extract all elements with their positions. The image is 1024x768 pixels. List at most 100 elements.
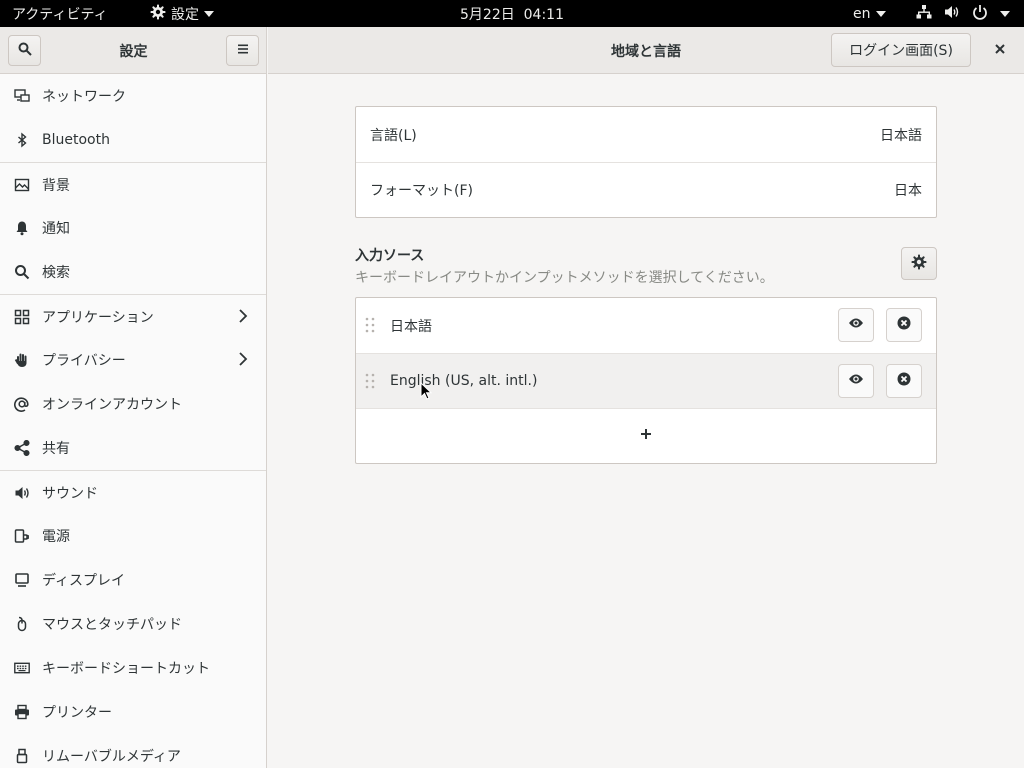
search-button[interactable] [8, 35, 41, 66]
bell-icon [13, 219, 31, 237]
share-icon [13, 439, 31, 457]
sidebar-list: ネットワーク Bluetooth 背景 通知 検索 アプリケーション プライバシ… [0, 74, 266, 768]
sidebar-header: 設定 [0, 27, 266, 74]
view-layout-button[interactable] [838, 308, 874, 342]
power-plug-icon [13, 527, 31, 545]
language-label: 言語(L) [370, 127, 417, 144]
language-row[interactable]: 言語(L) 日本語 [356, 107, 936, 162]
apps-grid-icon [13, 308, 31, 326]
input-language-label: en [853, 5, 871, 22]
clock-label: 5月22日 04:11 [460, 6, 564, 23]
sidebar-item-sharing[interactable]: 共有 [0, 426, 266, 470]
eye-icon [848, 373, 864, 389]
speaker-icon [13, 484, 31, 502]
power-icon [972, 4, 988, 24]
eye-icon [848, 317, 864, 333]
remove-source-button[interactable] [886, 308, 922, 342]
chevron-right-icon [238, 309, 248, 327]
sidebar-item-label: キーボードショートカット [42, 661, 210, 677]
input-sources-subtitle: キーボードレイアウトかインプットメソッドを選択してください。 [355, 270, 774, 286]
input-source-label: English (US, alt. intl.) [390, 373, 538, 389]
mouse-pointer-icon [420, 381, 433, 404]
sidebar-item-label: オンラインアカウント [42, 397, 182, 413]
remove-source-button[interactable] [886, 364, 922, 398]
bluetooth-icon [13, 131, 31, 149]
sidebar-item-label: 背景 [42, 177, 70, 194]
sidebar-item-label: リムーバブルメディア [42, 749, 181, 765]
sidebar-item-bluetooth[interactable]: Bluetooth [0, 118, 266, 162]
sidebar-item-background[interactable]: 背景 [0, 162, 266, 206]
sidebar: 設定 ネットワーク Bluetooth 背景 通知 検索 アプリケーション プラ… [0, 27, 267, 768]
input-source-options-button[interactable] [901, 247, 937, 280]
menu-button[interactable] [226, 35, 259, 66]
search-icon [18, 42, 32, 60]
sidebar-item-label: 共有 [42, 441, 70, 457]
search-icon [13, 263, 31, 281]
format-label: フォーマット(F) [370, 183, 473, 199]
background-icon [13, 176, 31, 194]
main-content: 言語(L) 日本語 フォーマット(F) 日本 入力ソース キーボードレイアウトか… [268, 75, 1024, 768]
input-source-label: 日本語 [390, 318, 432, 335]
sidebar-item-mouse-touchpad[interactable]: マウスとタッチパッド [0, 602, 266, 646]
gear-icon [911, 254, 927, 274]
format-row[interactable]: フォーマット(F) 日本 [356, 162, 936, 217]
sidebar-item-label: アプリケーション [42, 309, 154, 326]
sidebar-item-printers[interactable]: プリンター [0, 690, 266, 734]
sidebar-item-label: サウンド [42, 485, 98, 502]
usb-icon [13, 747, 31, 765]
sidebar-item-keyboard-shortcuts[interactable]: キーボードショートカット [0, 646, 266, 690]
network-icon [13, 87, 31, 105]
printer-icon [13, 703, 31, 721]
language-value: 日本語 [880, 127, 922, 144]
chevron-down-icon [875, 10, 886, 17]
wired-network-icon [916, 4, 932, 24]
sidebar-item-display[interactable]: ディスプレイ [0, 558, 266, 602]
sidebar-item-online-accounts[interactable]: オンラインアカウント [0, 382, 266, 426]
close-icon [995, 42, 1005, 58]
monitor-icon [13, 571, 31, 589]
mouse-icon [13, 615, 31, 633]
sidebar-item-power[interactable]: 電源 [0, 514, 266, 558]
close-button[interactable] [986, 35, 1014, 65]
sidebar-item-search[interactable]: 検索 [0, 250, 266, 294]
sidebar-item-label: プリンター [42, 705, 112, 721]
language-format-list: 言語(L) 日本語 フォーマット(F) 日本 [355, 106, 937, 218]
sidebar-item-network[interactable]: ネットワーク [0, 74, 266, 118]
sidebar-item-label: 電源 [42, 529, 70, 545]
remove-icon [897, 372, 911, 390]
sidebar-item-applications[interactable]: アプリケーション [0, 294, 266, 338]
add-input-source-button[interactable] [356, 408, 936, 463]
sidebar-item-label: ディスプレイ [42, 573, 126, 589]
login-screen-button[interactable]: ログイン画面(S) [831, 33, 971, 67]
drag-handle-icon[interactable] [364, 317, 376, 333]
sidebar-item-label: 検索 [42, 265, 70, 281]
sidebar-item-label: 通知 [42, 221, 70, 237]
format-value: 日本 [894, 183, 922, 199]
input-sources-title: 入力ソース [355, 248, 425, 264]
sidebar-item-label: Bluetooth [42, 132, 110, 148]
input-sources-list: 日本語 English (US, alt. intl.) [355, 297, 937, 464]
main-header: 地域と言語 ログイン画面(S) [268, 27, 1024, 74]
sidebar-item-notifications[interactable]: 通知 [0, 206, 266, 250]
input-source-row[interactable]: 日本語 [356, 298, 936, 353]
sidebar-item-label: プライバシー [42, 353, 126, 369]
sidebar-item-label: ネットワーク [42, 89, 126, 105]
hand-icon [13, 351, 31, 369]
sidebar-item-removable-media[interactable]: リムーバブルメディア [0, 734, 266, 768]
sidebar-item-label: マウスとタッチパッド [42, 617, 182, 633]
remove-icon [897, 316, 911, 334]
sidebar-item-privacy[interactable]: プライバシー [0, 338, 266, 382]
input-language-indicator[interactable]: en [853, 0, 886, 27]
input-source-row[interactable]: English (US, alt. intl.) [356, 353, 936, 408]
add-icon [640, 428, 652, 444]
hamburger-menu-icon [237, 43, 249, 59]
volume-icon [944, 4, 960, 24]
system-status-menu[interactable] [916, 0, 1010, 27]
top-bar: アクティビティ 設定 5月22日 04:11 en [0, 0, 1024, 27]
chevron-right-icon [238, 352, 248, 370]
at-icon [13, 395, 31, 413]
keyboard-icon [13, 659, 31, 677]
sidebar-item-sound[interactable]: サウンド [0, 470, 266, 514]
drag-handle-icon[interactable] [364, 373, 376, 389]
view-layout-button[interactable] [838, 364, 874, 398]
